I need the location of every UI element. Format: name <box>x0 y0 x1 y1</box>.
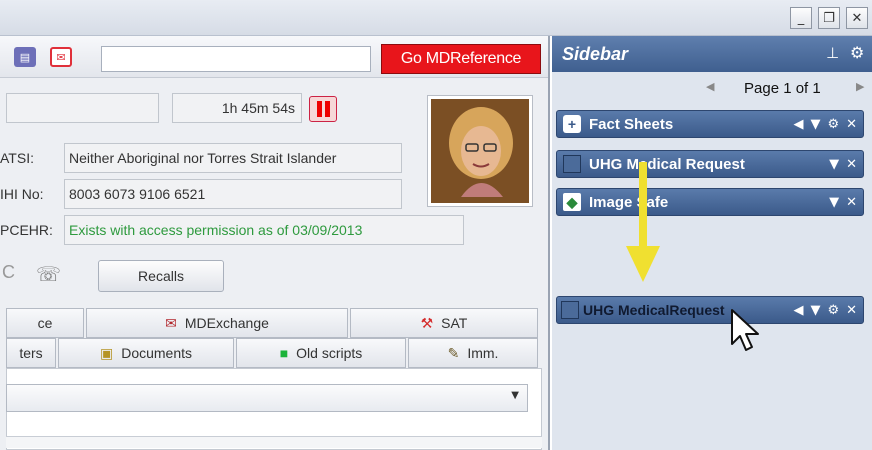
tab-mdexchange[interactable]: ✉ MDExchange <box>86 308 348 338</box>
tools-icon: ⚒ <box>420 314 434 331</box>
ihi-field[interactable]: 8003 6073 9106 6521 <box>64 179 402 209</box>
go-mdreference-button[interactable]: Go MDReference <box>381 44 541 74</box>
panel-dragged-uhg-medical-request[interactable]: UHG MedicalRequest ◀ ▼ ⚙ ✕ <box>556 296 864 324</box>
monitor-icon <box>561 301 579 319</box>
script-icon: ■ <box>279 345 289 361</box>
close-button[interactable]: ✕ <box>846 7 868 29</box>
blank-field <box>6 93 159 123</box>
tab-label: Documents <box>121 345 193 361</box>
atsi-label: ATSI: <box>0 150 34 166</box>
monitor-icon <box>563 155 581 173</box>
panel-uhg-medical-request[interactable]: UHG Medical Request ▼ ✕ <box>556 150 864 178</box>
tab-documents[interactable]: ▣ Documents <box>58 338 234 368</box>
sidebar <box>552 36 872 450</box>
chevron-down-icon[interactable]: ▼ <box>810 117 820 132</box>
tab-label: MDExchange <box>184 315 269 331</box>
tab-label: Imm. <box>467 345 499 361</box>
clipboard-icon: ▣ <box>99 344 114 361</box>
panel-title: Fact Sheets <box>589 115 674 133</box>
close-icon[interactable]: ✕ <box>846 195 857 210</box>
phone-icon[interactable]: ☏ <box>36 262 61 286</box>
image-safe-icon: ◆ <box>563 193 581 211</box>
close-icon[interactable]: ✕ <box>846 157 857 172</box>
ihi-label: IHI No: <box>0 186 44 202</box>
alert-icon[interactable]: ✉ <box>50 47 72 67</box>
collapse-left-icon[interactable]: ◀ <box>793 117 803 132</box>
panel-image-safe[interactable]: ◆ Image Safe ▼ ✕ <box>556 188 864 216</box>
page-indicator: Page 1 of 1 <box>744 80 821 97</box>
restore-button[interactable]: ❐ <box>818 7 840 29</box>
chevron-down-icon[interactable]: ▼ <box>829 195 839 210</box>
tab-label: Old scripts <box>296 345 363 361</box>
mail-icon: ✉ <box>165 314 177 331</box>
tab-label: ce <box>37 315 53 331</box>
tab-immunisations[interactable]: ✎ Imm. <box>408 338 538 368</box>
prev-page-icon[interactable]: ◀ <box>706 80 714 93</box>
pcehr-label: PCEHR: <box>0 222 53 238</box>
panel-title: UHG MedicalRequest <box>583 302 725 318</box>
tab-partial[interactable]: ce <box>6 308 84 338</box>
patient-photo <box>428 96 532 206</box>
tab-old-scripts[interactable]: ■ Old scripts <box>236 338 406 368</box>
next-page-icon[interactable]: ▶ <box>856 80 864 93</box>
gear-icon[interactable]: ⚙ <box>827 303 839 318</box>
tab-label: ters <box>19 345 43 361</box>
mouse-cursor-icon <box>731 309 759 351</box>
atsi-field[interactable]: Neither Aboriginal nor Torres Strait Isl… <box>64 143 402 173</box>
search-input[interactable] <box>101 46 371 72</box>
close-icon[interactable]: ✕ <box>846 117 857 132</box>
syringe-icon: ✎ <box>447 344 460 361</box>
collapse-left-icon[interactable]: ◀ <box>793 303 803 318</box>
drag-arrow-icon <box>626 162 660 282</box>
window-titlebar <box>0 0 872 36</box>
consult-timer: 1h 45m 54s <box>172 93 302 123</box>
gear-icon[interactable]: ⚙ <box>827 117 839 132</box>
pin-icon[interactable]: ⊥ <box>826 44 839 62</box>
grid-header <box>6 436 542 448</box>
pause-timer-button[interactable] <box>309 96 337 122</box>
tab-label: SAT <box>441 315 468 331</box>
panel-title: UHG Medical Request <box>589 155 745 173</box>
chevron-down-icon[interactable]: ▼ <box>829 157 839 172</box>
recalls-button[interactable]: Recalls <box>98 260 224 292</box>
sidebar-title: Sidebar <box>562 44 629 64</box>
partial-icon: C <box>2 262 15 282</box>
tab-letters[interactable]: ters <box>6 338 56 368</box>
gear-icon[interactable]: ⚙ <box>850 43 864 62</box>
pcehr-field[interactable]: Exists with access permission as of 03/0… <box>64 215 464 245</box>
chevron-down-icon: ▼ <box>511 390 519 401</box>
plus-icon: + <box>563 115 581 133</box>
minimize-button[interactable]: _ <box>790 7 812 29</box>
close-icon[interactable]: ✕ <box>846 303 857 318</box>
tab-sat[interactable]: ⚒ SAT <box>350 308 538 338</box>
contact-card-icon[interactable]: ▤ <box>14 47 36 67</box>
chevron-down-icon[interactable]: ▼ <box>810 303 820 318</box>
panel-fact-sheets[interactable]: + Fact Sheets ◀ ▼ ⚙ ✕ <box>556 110 864 138</box>
filter-dropdown[interactable]: ▼ <box>6 384 528 412</box>
